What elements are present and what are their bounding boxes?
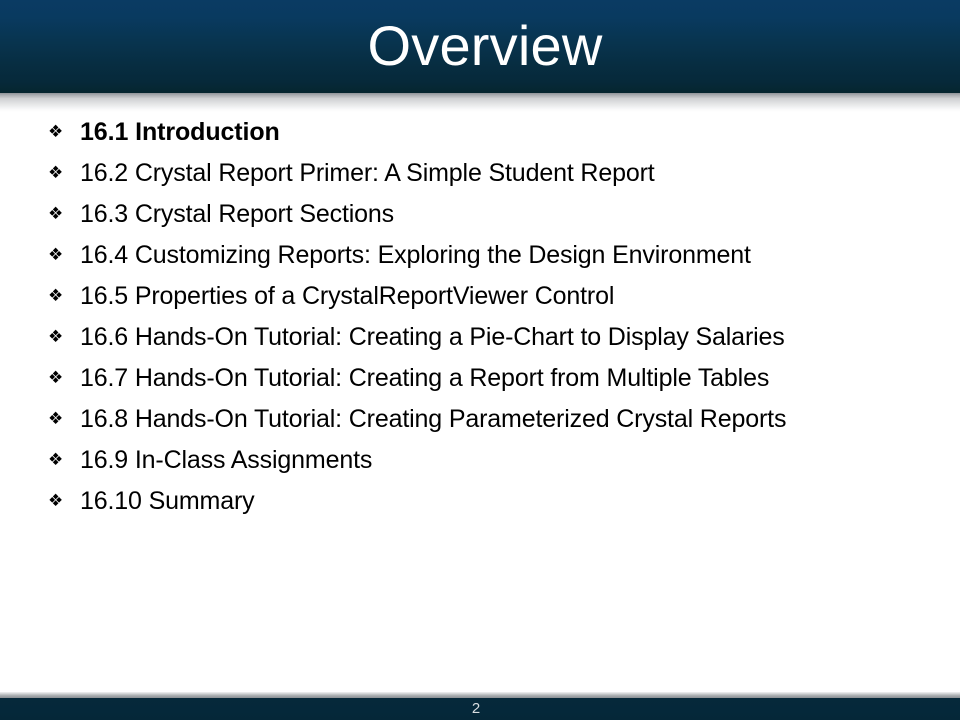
bullet-item-label: 16.7 Hands-On Tutorial: Creating a Repor…: [80, 364, 770, 392]
bullet-item-label: 16.9 In-Class Assignments: [80, 446, 373, 474]
slide-header-banner: Overview: [0, 0, 960, 93]
slide-title: Overview: [367, 14, 603, 77]
diamond-bullet-icon: ❖: [48, 327, 64, 347]
page-number: 2: [471, 700, 481, 717]
diamond-bullet-icon: ❖: [48, 245, 64, 265]
diamond-bullet-icon: ❖: [48, 286, 64, 306]
diamond-bullet-icon: ❖: [48, 450, 64, 470]
bullet-item: ❖ 16.7 Hands-On Tutorial: Creating a Repo…: [0, 358, 960, 399]
overview-bullet-list: ❖ 16.1 Introduction ❖ 16.2 Crystal Report P…: [0, 112, 960, 522]
bullet-item: ❖ 16.6 Hands-On Tutorial: Creating a Pie-…: [0, 317, 960, 358]
bullet-item-label: 16.8 Hands-On Tutorial: Creating Paramet…: [80, 405, 787, 433]
bullet-item-label: 16.6 Hands-On Tutorial: Creating a Pie-C…: [80, 323, 785, 351]
bullet-item: ❖ 16.9 In-Class Assignments: [0, 440, 960, 481]
bullet-item-label: 16.2 Crystal Report Primer: A Simple Stu…: [80, 159, 655, 187]
bullet-item: ❖ 16.2 Crystal Report Primer: A Simple St…: [0, 153, 960, 194]
diamond-bullet-icon: ❖: [48, 122, 64, 142]
diamond-bullet-icon: ❖: [48, 368, 64, 388]
bullet-item-label: 16.3 Crystal Report Sections: [80, 200, 395, 228]
diamond-bullet-icon: ❖: [48, 491, 64, 511]
bullet-item: ❖ 16.1 Introduction: [0, 112, 960, 153]
bullet-item: ❖ 16.3 Crystal Report Sections: [0, 194, 960, 235]
diamond-bullet-icon: ❖: [48, 163, 64, 183]
bullet-item-label: 16.5 Properties of a CrystalReportViewer…: [80, 282, 615, 310]
bullet-item-label: 16.4 Customizing Reports: Exploring the …: [80, 241, 751, 269]
bullet-item: ❖ 16.8 Hands-On Tutorial: Creating Parame…: [0, 399, 960, 440]
diamond-bullet-icon: ❖: [48, 204, 64, 224]
bullet-item-label: 16.10 Summary: [80, 487, 255, 515]
bullet-item: ❖ 16.4 Customizing Reports: Exploring the…: [0, 235, 960, 276]
bullet-item: ❖ 16.10 Summary: [0, 481, 960, 522]
presentation-slide: Overview ❖ 16.1 Introduction ❖ 16.2 Crystal…: [0, 0, 960, 720]
diamond-bullet-icon: ❖: [48, 409, 64, 429]
bullet-item-label: 16.1 Introduction: [80, 118, 280, 146]
header-divider-fade: [0, 98, 960, 112]
bullet-item: ❖ 16.5 Properties of a CrystalReportViewe…: [0, 276, 960, 317]
